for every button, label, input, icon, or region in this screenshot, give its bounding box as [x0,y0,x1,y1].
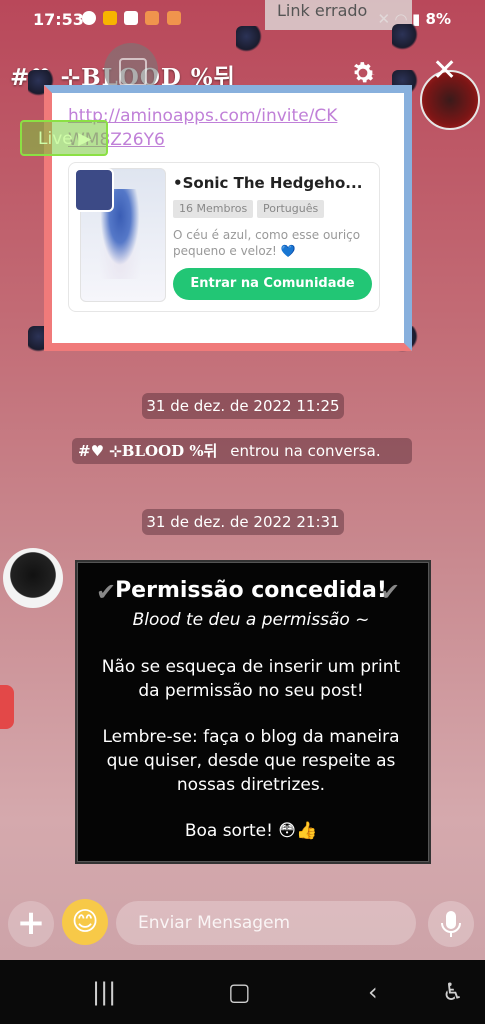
back-icon[interactable]: ‹ [368,978,378,1006]
sender-avatar[interactable] [3,548,63,608]
home-icon[interactable]: ▢ [228,978,251,1006]
gear-icon[interactable] [348,58,378,88]
community-title: •Sonic The Hedgeho... [173,174,363,192]
play-icon: ▶ [78,129,92,149]
message-paragraph: Não se esqueça de inserir um print da pe… [101,657,401,701]
live-label: Live [38,129,73,149]
amino-icon [145,10,160,25]
message-paragraph: Boa sorte! 😳👍 [184,821,318,841]
timestamp-pill: 31 de dez. de 2022 21:31 [142,509,344,535]
tiktok-icon [124,10,139,25]
join-community-button[interactable]: Entrar na Comunidade [173,268,372,300]
join-user-name: #♥ ⊹BLOOD %뒤 [78,442,218,460]
language-tag: Português [257,200,325,218]
whatsapp-icon [82,10,96,25]
message-subtitle: Blood te deu a permissão ~ [132,610,370,630]
community-description: O céu é azul, como esse ouriço pequeno e… [173,228,361,258]
join-notice: #♥ ⊹BLOOD %뒤 entrou na conversa. [72,438,412,464]
amino-icon-2 [166,10,181,25]
live-button[interactable]: Live ▶ [20,120,108,156]
status-time: 17:53 [33,10,84,29]
timestamp-pill: 31 de dez. de 2022 11:25 [142,393,344,419]
community-icon [74,168,114,212]
message-paragraph: Lembre-se: faça o blog da maneira que qu… [102,727,400,795]
side-menu-tab[interactable] [0,685,14,729]
battery-level: 8% [425,10,451,28]
app-icon [103,10,118,25]
add-media-button[interactable]: + [8,901,54,947]
recent-apps-icon[interactable]: ||| [92,978,116,1006]
members-tag: 16 Membros [173,200,254,218]
accessibility-icon[interactable]: ♿ [442,978,464,1006]
message-input[interactable] [116,901,416,945]
sticker-button[interactable]: 😊 [62,899,108,945]
link-error-toast: Link errado [265,0,412,30]
join-text: entrou na conversa. [230,442,381,460]
microphone-icon[interactable] [428,901,474,947]
sprite-decoration [236,26,262,52]
message-title: Permissão concedida! [115,578,387,603]
sprite-decoration [392,24,418,50]
invite-link[interactable]: http://aminoapps.com/invite/CKWM8Z26Y6 [68,104,348,152]
message-body: Não se esqueça de inserir um print da pe… [90,655,412,843]
notification-icons [82,10,184,25]
close-icon[interactable]: ✕ [432,56,457,86]
